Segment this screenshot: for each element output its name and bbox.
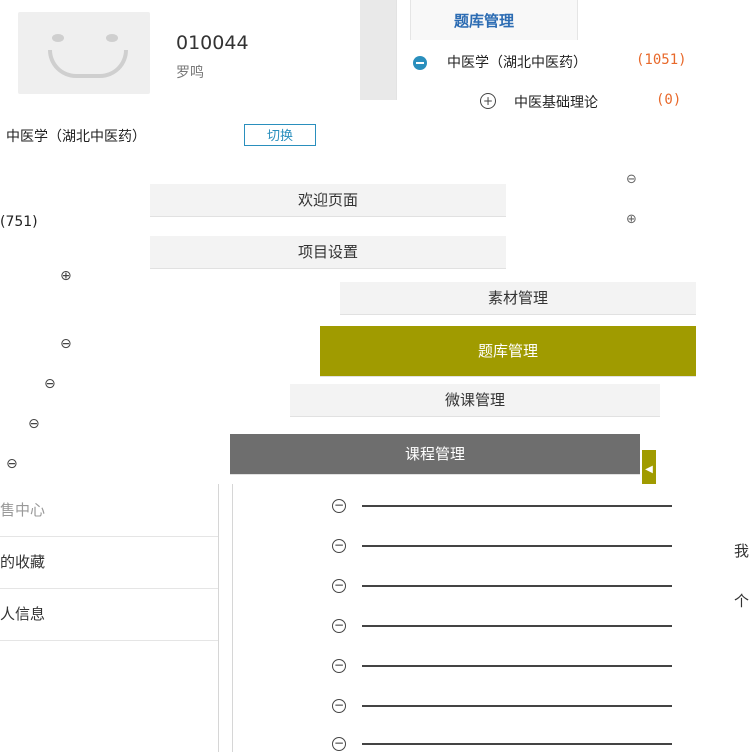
sidebar-item-sales[interactable]: 售中心 (0, 484, 218, 537)
list-item[interactable]: − (332, 618, 672, 638)
collapse-icon[interactable]: ⊖ (626, 172, 637, 187)
tree-child-count: (0) (656, 92, 682, 108)
collapse-icon[interactable]: ⊖ (60, 336, 72, 352)
list-item[interactable]: − (332, 658, 672, 678)
tree-connector (362, 704, 672, 707)
tree-connector (362, 624, 672, 627)
avatar[interactable] (18, 12, 150, 94)
current-subject-label: 中医学（湖北中医药） (6, 129, 146, 145)
avatar-eye-icon (52, 34, 64, 42)
collapse-icon[interactable]: − (332, 538, 346, 553)
list-item[interactable]: − (332, 538, 672, 558)
collapse-icon[interactable]: ⊖ (6, 456, 18, 472)
collapse-icon[interactable]: − (332, 578, 346, 593)
sidebar-item-favorites[interactable]: 的收藏 (0, 536, 218, 589)
menu-item-microcourse[interactable]: 微课管理 (290, 384, 660, 417)
collapse-icon[interactable]: − (332, 618, 346, 633)
collapse-icon[interactable]: − (332, 658, 346, 673)
menu-item-question-bank[interactable]: 题库管理 (320, 326, 696, 377)
tree-connector (362, 584, 672, 587)
collapse-icon[interactable]: − (332, 498, 346, 513)
menu-item-welcome[interactable]: 欢迎页面 (150, 184, 506, 217)
avatar-smile-icon (48, 50, 128, 78)
tab-question-bank-label: 题库管理 (454, 12, 515, 30)
cut-off-text: 个 (734, 592, 750, 610)
expand-icon[interactable]: ⊕ (626, 212, 637, 227)
collapse-icon[interactable] (413, 56, 427, 70)
expand-icon[interactable]: ⊕ (60, 268, 72, 284)
list-item[interactable]: − (332, 578, 672, 598)
collapse-icon[interactable]: ⊖ (44, 376, 56, 392)
menu-item-course[interactable]: 课程管理 (230, 434, 640, 475)
cut-off-text: 我 (734, 542, 750, 560)
tree-connector (362, 664, 672, 667)
tree-connector (362, 504, 672, 507)
tree-root-count: (1051) (636, 52, 687, 68)
collapse-icon[interactable]: − (332, 736, 346, 751)
tree-root-label[interactable]: 中医学（湖北中医药） (447, 52, 587, 72)
list-item[interactable]: − (332, 698, 672, 718)
menu-item-project-settings[interactable]: 项目设置 (150, 236, 506, 269)
divider-strip (360, 0, 396, 100)
tree-child-label[interactable]: 中医基础理论 (514, 92, 598, 112)
tree-connector (362, 742, 672, 745)
collapse-icon[interactable]: ⊖ (28, 416, 40, 432)
menu-item-material[interactable]: 素材管理 (340, 282, 696, 315)
subject-count: (751) (0, 214, 38, 230)
list-item[interactable]: − (332, 498, 672, 518)
tree-connector (362, 544, 672, 547)
switch-button[interactable]: 切换 (244, 124, 316, 146)
user-id: 010044 (176, 32, 249, 54)
list-item[interactable]: − (332, 736, 672, 756)
collapse-icon[interactable]: − (332, 698, 346, 713)
user-name: 罗鸣 (176, 65, 204, 81)
sidebar-item-profile[interactable]: 人信息 (0, 588, 218, 641)
expand-icon[interactable]: + (480, 93, 496, 109)
avatar-eye-icon (106, 34, 118, 42)
